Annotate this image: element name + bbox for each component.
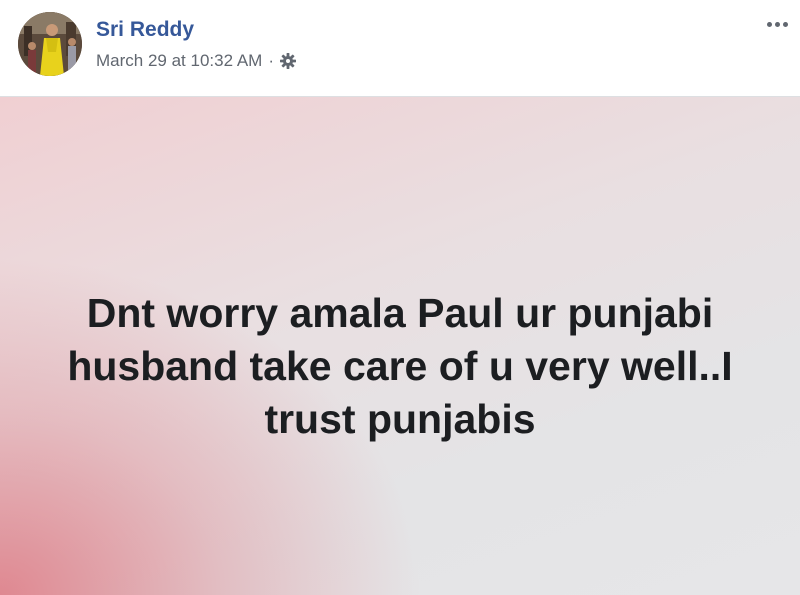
status-background-card: Dnt worry amala Paul ur punjabi husband …: [0, 97, 800, 595]
profile-photo-icon[interactable]: [18, 12, 82, 76]
more-options-icon[interactable]: [762, 14, 792, 34]
author-name-link[interactable]: Sri Reddy: [96, 17, 194, 43]
more-dot: [766, 21, 772, 27]
facebook-post: Sri Reddy March 29 at 10:32 AM · Dnt wor…: [0, 0, 800, 595]
more-dot: [774, 21, 780, 27]
post-meta: March 29 at 10:32 AM ·: [96, 50, 297, 72]
gear-icon[interactable]: [279, 52, 297, 70]
post-timestamp[interactable]: March 29 at 10:32 AM: [96, 50, 262, 72]
post-header: Sri Reddy March 29 at 10:32 AM ·: [0, 0, 800, 97]
status-message: Dnt worry amala Paul ur punjabi husband …: [67, 289, 733, 442]
meta-separator: ·: [268, 51, 274, 70]
more-dot: [782, 21, 788, 27]
